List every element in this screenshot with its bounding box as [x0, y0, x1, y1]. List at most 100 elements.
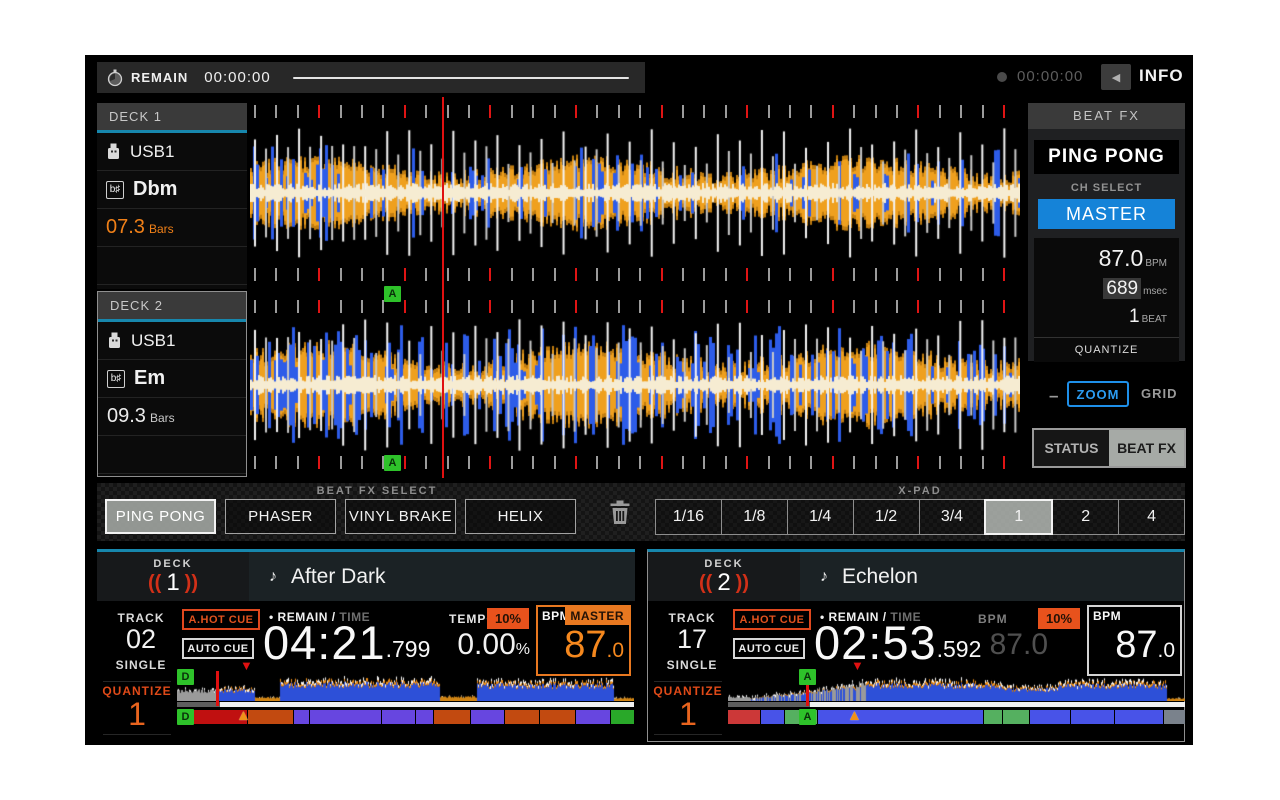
deck1-source-row[interactable]: USB1: [97, 133, 247, 171]
downbeat-tick: [1003, 456, 1005, 469]
deck1-cue-point-icon: ▲: [236, 708, 251, 723]
top-status-strip: REMAIN 00:00:00: [97, 62, 645, 93]
beat-tick: [768, 268, 770, 281]
beat-tick: [596, 456, 598, 469]
phrase-segment: [382, 710, 415, 724]
xpad-cell-4[interactable]: 4: [1118, 499, 1185, 535]
downbeat-tick: [1003, 105, 1005, 118]
downbeat-tick: [1003, 300, 1005, 313]
deck1-track-label: TRACK: [105, 611, 177, 625]
deck2-overview-waveform[interactable]: [728, 673, 1185, 701]
beat-tick: [382, 105, 384, 118]
deck1-main-waveform[interactable]: [250, 121, 1020, 265]
xpad-cell-1-2[interactable]: 1/2: [853, 499, 920, 535]
grid-button[interactable]: GRID: [1141, 386, 1178, 401]
xpad-cell-1-8[interactable]: 1/8: [721, 499, 788, 535]
phrase-segment: [505, 710, 539, 724]
deck1-info-panel[interactable]: DECK 1 USB1 b♯ Dbm 07.3Bars: [97, 103, 247, 289]
deck2-info-panel[interactable]: DECK 2 USB1 b♯ Em 09.3Bars: [97, 291, 247, 477]
beat-tick: [275, 300, 277, 313]
status-beatfx-toggle: STATUS BEAT FX: [1032, 428, 1186, 468]
deck1-overview-cue-badge: D: [177, 669, 194, 685]
downbeat-tick: [404, 456, 406, 469]
fx-button-helix[interactable]: HELIX: [465, 499, 576, 534]
deck1-track-title: After Dark: [291, 565, 386, 589]
phrase-segment: [984, 710, 1001, 724]
deck1-bpm-box: BPM MASTER 87.0: [536, 605, 631, 676]
downbeat-tick: [318, 300, 320, 313]
xpad-cell-3-4[interactable]: 3/4: [919, 499, 986, 535]
beat-tick: [960, 300, 962, 313]
beat-tick: [468, 456, 470, 469]
deck2-hot-cue-button[interactable]: A.HOT CUE: [733, 609, 811, 630]
deck1-beat-ticks-top: [250, 105, 1020, 118]
downbeat-tick: [917, 105, 919, 118]
back-button[interactable]: ◀: [1101, 64, 1131, 90]
beat-tick: [982, 456, 984, 469]
deck1-memory-cue-icon: ▼: [240, 659, 253, 672]
downbeat-tick: [404, 300, 406, 313]
beat-tick: [275, 456, 277, 469]
downbeat-tick: [746, 268, 748, 281]
phrase-segment: [818, 710, 983, 724]
zoom-button[interactable]: ZOOM: [1067, 381, 1129, 407]
beat-tick: [939, 300, 941, 313]
deck2-beat-ticks-top: [250, 300, 1020, 313]
beat-tick: [532, 105, 534, 118]
beat-tick: [896, 300, 898, 313]
trash-button[interactable]: [609, 500, 631, 530]
fx-button-vinyl-brake[interactable]: VINYL BRAKE: [345, 499, 456, 534]
zoom-out-button[interactable]: –: [1049, 386, 1058, 406]
onair-right-icon: )): [736, 570, 749, 596]
beat-tick: [639, 456, 641, 469]
deck2-key-row[interactable]: b♯ Em: [98, 360, 246, 398]
xpad-cell-1[interactable]: 1: [984, 499, 1053, 535]
phrase-segment: [1003, 710, 1029, 724]
beat-tick: [554, 105, 556, 118]
downbeat-tick: [746, 456, 748, 469]
beat-tick: [425, 268, 427, 281]
beat-tick: [382, 300, 384, 313]
beat-tick: [254, 456, 256, 469]
downbeat-tick: [575, 456, 577, 469]
fx-button-phaser[interactable]: PHASER: [225, 499, 336, 534]
usb-icon: [107, 332, 122, 349]
deck2-bars-row[interactable]: 09.3Bars: [98, 398, 246, 436]
x-pad: 1/161/81/41/23/4124: [655, 499, 1185, 535]
deck1-overview-waveform[interactable]: [177, 673, 634, 701]
xpad-cell-1-16[interactable]: 1/16: [655, 499, 722, 535]
beat-tick: [982, 300, 984, 313]
deck1-auto-cue-button[interactable]: AUTO CUE: [182, 638, 254, 659]
deck2-number-block: DECK (( 2 )): [648, 552, 800, 601]
status-tab[interactable]: STATUS: [1034, 430, 1109, 466]
xpad-cell-1-4[interactable]: 1/4: [787, 499, 854, 535]
fx-quantize-button[interactable]: QUANTIZE: [1034, 337, 1179, 362]
beat-tick: [254, 268, 256, 281]
channel-select-button[interactable]: MASTER: [1038, 199, 1175, 229]
beat-tick: [896, 105, 898, 118]
fx-button-ping-pong[interactable]: PING PONG: [105, 499, 216, 534]
deck2-main-waveform[interactable]: [250, 315, 1020, 455]
xpad-cell-2[interactable]: 2: [1052, 499, 1119, 535]
music-note-icon: ♪: [820, 568, 828, 586]
beat-tick: [275, 268, 277, 281]
deck1-hot-cue-button[interactable]: A.HOT CUE: [182, 609, 260, 630]
deck2-source: USB1: [131, 331, 175, 351]
downbeat-tick: [1003, 268, 1005, 281]
beat-fx-title: BEAT FX: [1028, 103, 1185, 129]
beat-tick: [810, 300, 812, 313]
beat-tick: [682, 300, 684, 313]
beat-tick: [875, 300, 877, 313]
beat-tick: [853, 456, 855, 469]
beatfx-tab[interactable]: BEAT FX: [1109, 430, 1184, 466]
downbeat-tick: [489, 105, 491, 118]
deck2-tempo-range-badge: 10%: [1038, 608, 1080, 629]
beat-tick: [532, 456, 534, 469]
deck2-source-row[interactable]: USB1: [98, 322, 246, 360]
deck1-key-row[interactable]: b♯ Dbm: [97, 171, 247, 209]
beat-tick: [340, 105, 342, 118]
deck1-bars-row[interactable]: 07.3Bars: [97, 209, 247, 247]
deck2-auto-cue-button[interactable]: AUTO CUE: [733, 638, 805, 659]
deck1-progress-played: [177, 702, 220, 707]
info-button[interactable]: INFO: [1139, 66, 1184, 86]
